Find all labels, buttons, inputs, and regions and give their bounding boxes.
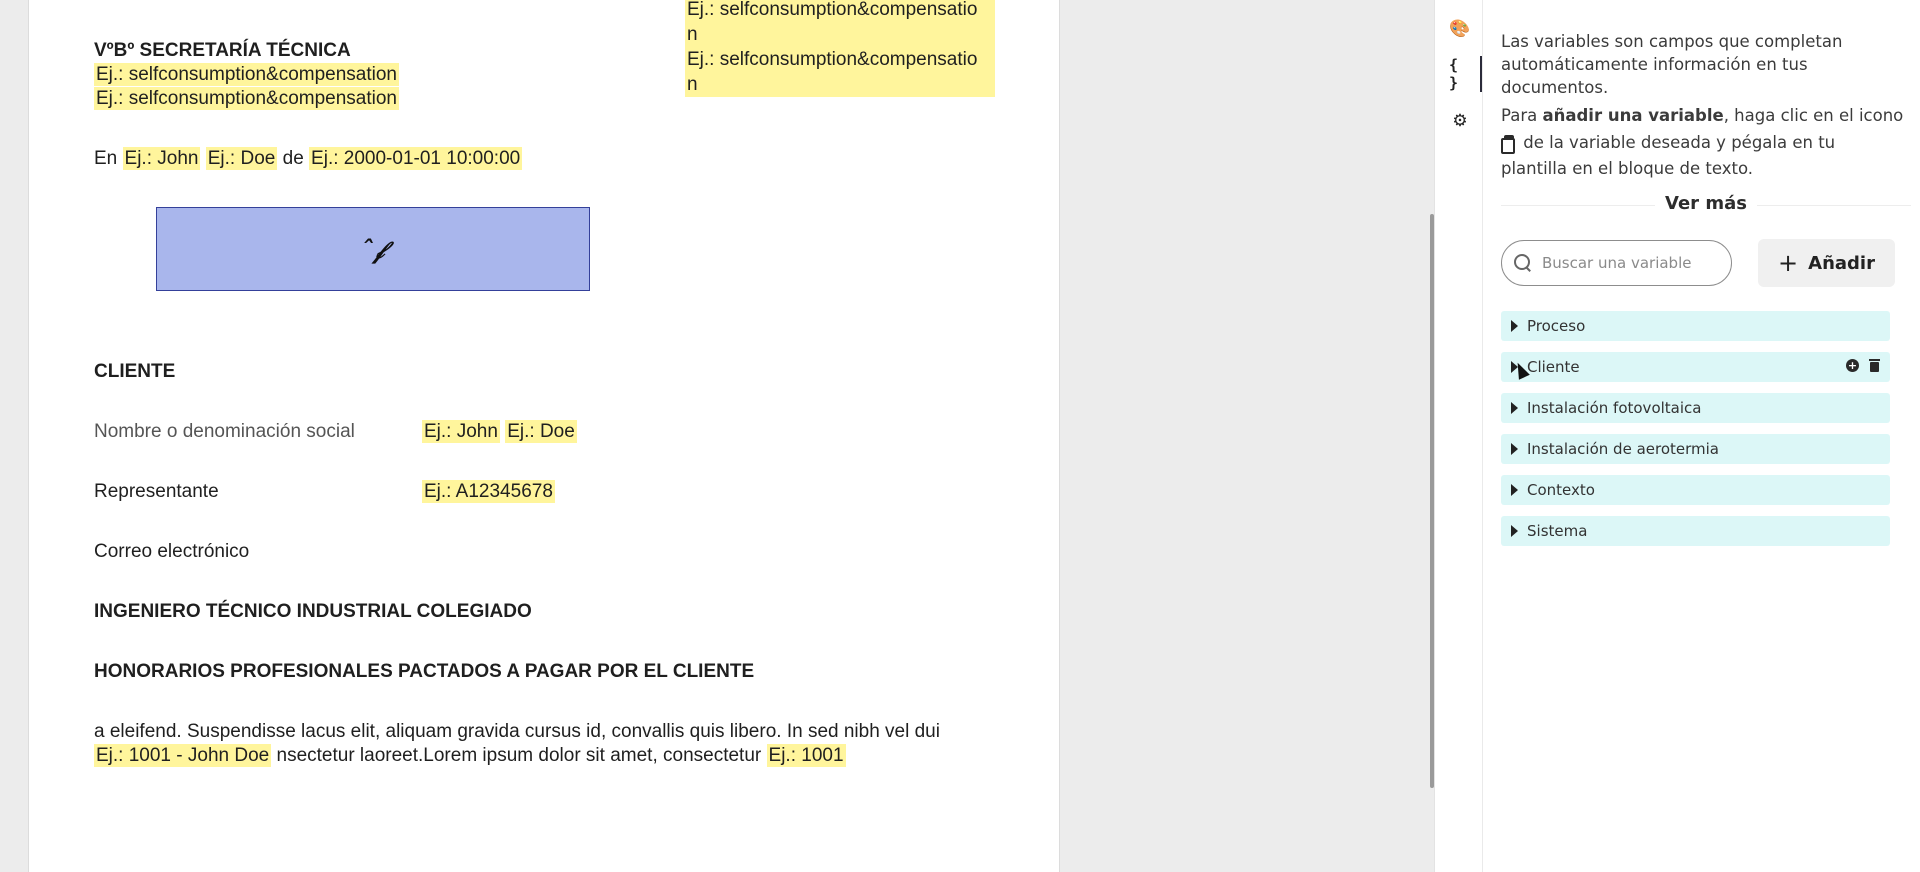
paragraph-line: a eleifend. Suspendisse lacus elit, aliq…	[94, 721, 940, 742]
variable-chip[interactable]: Ej.: 1001 - John Doe	[94, 744, 272, 767]
info-text: de la variable deseada y pégala en tu	[1501, 131, 1835, 154]
vobo-heading: VºBº SECRETARÍA TÉCNICA	[94, 40, 351, 61]
representante-label: Representante	[94, 481, 219, 502]
caret-right-icon[interactable]	[1511, 402, 1518, 414]
caret-right-icon[interactable]	[1511, 525, 1518, 537]
info-text-part: , haga clic en el icono	[1723, 106, 1904, 125]
info-text: plantilla en el bloque de texto.	[1501, 159, 1754, 178]
place-date-line: En Ej.: John Ej.: Doe de Ej.: 2000-01-01…	[94, 147, 523, 171]
info-text: documentos.	[1501, 78, 1609, 97]
search-input[interactable]	[1542, 254, 1722, 272]
signature-block[interactable]: ˆ𝒻	[156, 207, 590, 291]
variable-group-sistema[interactable]: Sistema	[1501, 516, 1890, 546]
search-box[interactable]	[1501, 240, 1732, 286]
group-label: Cliente	[1527, 358, 1580, 376]
caret-right-icon[interactable]	[1511, 443, 1518, 455]
braces-icon[interactable]: { }	[1449, 56, 1471, 92]
place-prefix: En	[94, 148, 118, 169]
group-label: Instalación fotovoltaica	[1527, 399, 1702, 417]
add-circle-icon[interactable]: +	[1846, 359, 1859, 372]
variable-chip[interactable]: Ej.: selfconsumption&compensation	[94, 87, 399, 110]
variable-chip[interactable]: Ej.: 2000-01-01 10:00:00	[309, 147, 523, 170]
caret-right-icon[interactable]	[1511, 484, 1518, 496]
info-text-part: Para	[1501, 106, 1543, 125]
variable-chip[interactable]: Ej.: A12345678	[422, 480, 555, 503]
info-text-bold: añadir una variable	[1542, 106, 1724, 125]
ver-mas-link[interactable]: Ver más	[1501, 193, 1911, 214]
document-page: Ej.: selfconsumption&compensatio n Ej.: …	[28, 0, 1060, 872]
group-label: Instalación de aerotermia	[1527, 440, 1719, 458]
group-label: Sistema	[1527, 522, 1588, 540]
variable-group-contexto[interactable]: Contexto	[1501, 475, 1890, 505]
variables-panel: 🎨 { } ⚙ Las variables son campos que com…	[1434, 0, 1920, 872]
variable-group-fotovoltaica[interactable]: Instalación fotovoltaica	[1501, 393, 1890, 423]
variable-text: n	[687, 24, 698, 45]
variable-group-proceso[interactable]: Proceso	[1501, 311, 1890, 341]
add-variable-button[interactable]: + Añadir	[1758, 239, 1895, 287]
copy-icon	[1501, 135, 1515, 154]
variable-text: Ej.: selfconsumption&compensatio	[687, 0, 978, 20]
cliente-heading: CLIENTE	[94, 361, 176, 382]
variable-chip[interactable]: Ej.: John	[422, 420, 500, 443]
search-icon	[1514, 254, 1532, 272]
info-text: Las variables son campos que completan	[1501, 32, 1843, 51]
trash-icon[interactable]	[1869, 359, 1880, 372]
icon-rail: 🎨 { } ⚙	[1435, 0, 1483, 872]
correo-label: Correo electrónico	[94, 541, 250, 562]
nombre-label: Nombre o denominación social	[94, 421, 355, 442]
add-variable-label: Añadir	[1808, 252, 1875, 274]
variable-chip[interactable]: Ej.: John	[122, 147, 201, 170]
group-label: Contexto	[1527, 481, 1595, 499]
ver-mas-label: Ver más	[1655, 193, 1757, 214]
variable-group-aerotermia[interactable]: Instalación de aerotermia	[1501, 434, 1890, 464]
signature-icon: ˆ𝒻	[361, 234, 385, 264]
variable-highlight-block[interactable]: Ej.: selfconsumption&compensatio n Ej.: …	[685, 0, 995, 97]
variable-text: Ej.: selfconsumption&compensatio	[687, 49, 978, 70]
honorarios-heading: HONORARIOS PROFESIONALES PACTADOS A PAGA…	[94, 661, 755, 682]
variable-chip[interactable]: Ej.: Doe	[505, 420, 577, 443]
group-label: Proceso	[1527, 317, 1586, 335]
variable-chip[interactable]: Ej.: selfconsumption&compensation	[94, 63, 399, 86]
plus-icon: +	[1778, 249, 1799, 277]
group-actions: +	[1846, 359, 1880, 372]
gear-icon[interactable]: ⚙	[1449, 110, 1471, 132]
paragraph-line: Ej.: 1001 - John Doe nsectetur laoreet.L…	[94, 744, 846, 768]
info-text-part: de la variable deseada y pégala en tu	[1523, 133, 1836, 152]
variable-group-cliente[interactable]: Cliente +	[1501, 352, 1890, 382]
info-text: Para añadir una variable, haga clic en e…	[1501, 104, 1903, 127]
document-viewport: Ej.: selfconsumption&compensatio n Ej.: …	[0, 0, 1434, 872]
info-text: automáticamente información en tus	[1501, 55, 1808, 74]
variables-content: Las variables son campos que completan a…	[1501, 0, 1911, 872]
ingeniero-heading: INGENIERO TÉCNICO INDUSTRIAL COLEGIADO	[94, 601, 532, 622]
palette-icon[interactable]: 🎨	[1449, 18, 1471, 40]
variable-text: n	[687, 74, 698, 95]
variable-chip[interactable]: Ej.: Doe	[205, 147, 278, 170]
variable-chip[interactable]: Ej.: 1001	[766, 744, 846, 767]
paragraph-text: nsectetur laoreet.Lorem ipsum dolor sit …	[271, 745, 762, 766]
place-de: de	[282, 148, 304, 169]
caret-right-icon[interactable]	[1511, 320, 1518, 332]
active-tab-indicator	[1480, 56, 1482, 92]
